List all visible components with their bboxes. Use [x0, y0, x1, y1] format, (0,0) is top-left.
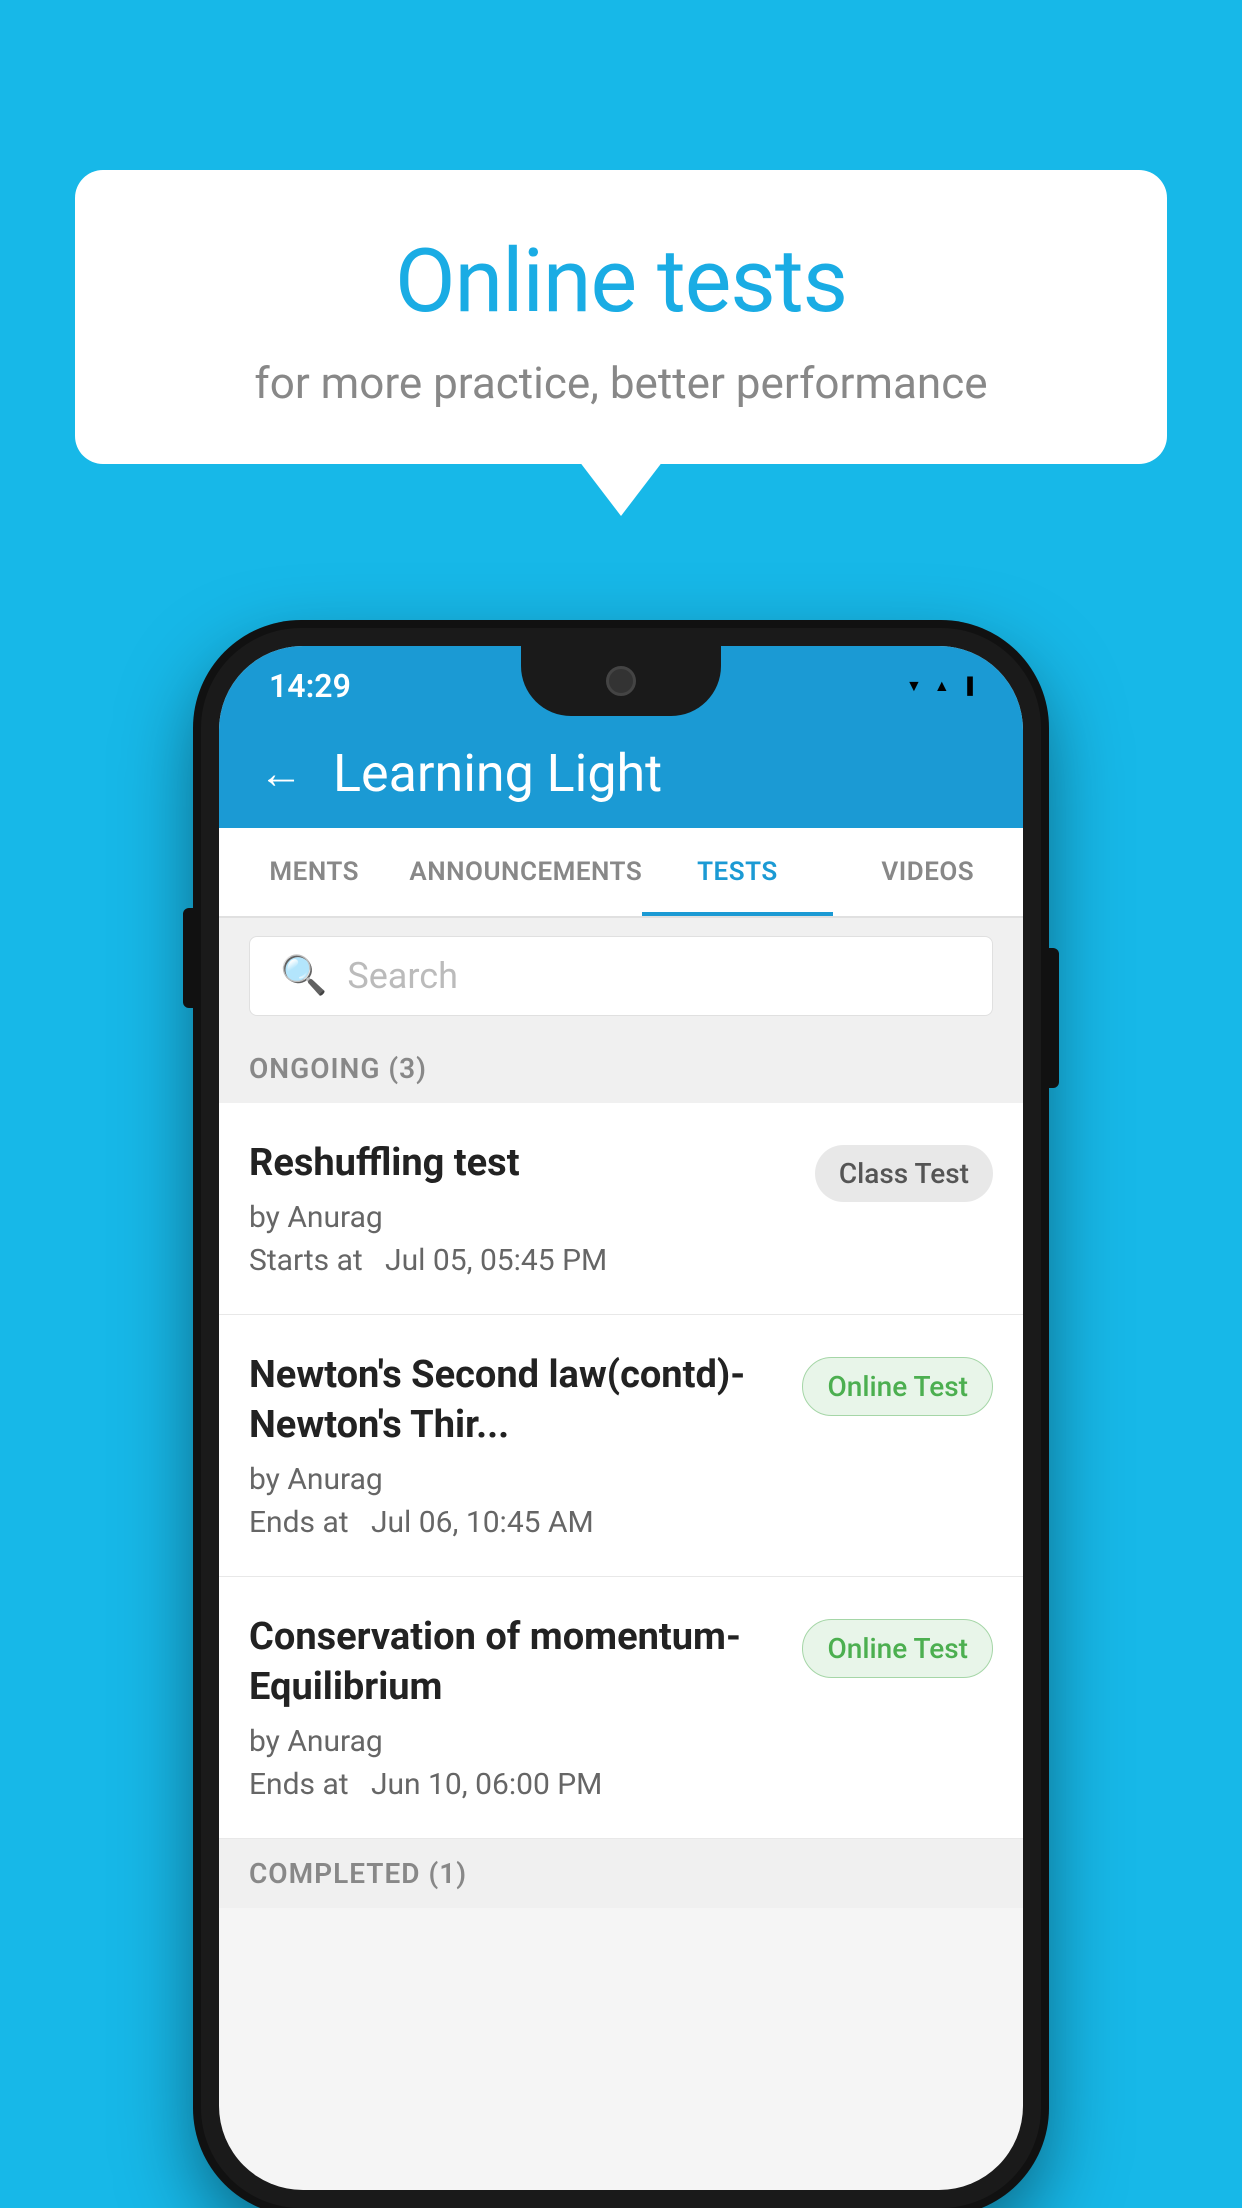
search-bar-container: 🔍 Search	[219, 918, 1023, 1034]
bubble-subtitle: for more practice, better performance	[125, 357, 1117, 409]
phone-screen: 14:29 ▼ ▲ ▐ ← Learning Light MENTS ANNOU…	[219, 646, 1023, 2190]
battery-icon: ▐	[962, 676, 973, 696]
ongoing-section-header: ONGOING (3)	[219, 1034, 1023, 1103]
test-time: Ends at Jul 06, 10:45 AM	[249, 1505, 782, 1540]
speech-bubble-card: Online tests for more practice, better p…	[75, 170, 1167, 464]
test-item[interactable]: Newton's Second law(contd)-Newton's Thir…	[219, 1315, 1023, 1577]
test-list: Reshuffling test by Anurag Starts at Jul…	[219, 1103, 1023, 1839]
tab-videos[interactable]: VIDEOS	[833, 828, 1023, 916]
test-item[interactable]: Conservation of momentum-Equilibrium by …	[219, 1577, 1023, 1839]
test-item-content: Conservation of momentum-Equilibrium by …	[249, 1613, 802, 1802]
test-item[interactable]: Reshuffling test by Anurag Starts at Jul…	[219, 1103, 1023, 1315]
test-item-content: Newton's Second law(contd)-Newton's Thir…	[249, 1351, 802, 1540]
search-placeholder-text: Search	[347, 955, 458, 997]
test-item-content: Reshuffling test by Anurag Starts at Jul…	[249, 1139, 815, 1278]
test-time: Starts at Jul 05, 05:45 PM	[249, 1243, 795, 1278]
status-icons: ▼ ▲ ▐	[906, 676, 973, 696]
search-input[interactable]: 🔍 Search	[249, 936, 993, 1016]
bubble-title: Online tests	[125, 230, 1117, 333]
app-title: Learning Light	[333, 743, 662, 804]
test-name: Conservation of momentum-Equilibrium	[249, 1613, 782, 1712]
signal-icon: ▲	[934, 676, 950, 696]
tabs-bar: MENTS ANNOUNCEMENTS TESTS VIDEOS	[219, 828, 1023, 918]
test-author: by Anurag	[249, 1724, 782, 1759]
test-name: Newton's Second law(contd)-Newton's Thir…	[249, 1351, 782, 1450]
test-badge-class: Class Test	[815, 1145, 993, 1202]
camera	[606, 666, 636, 696]
search-icon: 🔍	[280, 954, 327, 998]
tab-tests[interactable]: TESTS	[642, 828, 832, 916]
test-name: Reshuffling test	[249, 1139, 795, 1188]
tab-ments[interactable]: MENTS	[219, 828, 409, 916]
test-badge-online-2: Online Test	[802, 1619, 993, 1678]
status-time: 14:29	[269, 667, 351, 705]
phone-mockup: 14:29 ▼ ▲ ▐ ← Learning Light MENTS ANNOU…	[201, 628, 1041, 2208]
wifi-icon: ▼	[906, 676, 922, 696]
test-time: Ends at Jun 10, 06:00 PM	[249, 1767, 782, 1802]
test-author: by Anurag	[249, 1200, 795, 1235]
phone-frame: 14:29 ▼ ▲ ▐ ← Learning Light MENTS ANNOU…	[201, 628, 1041, 2208]
completed-section-header: COMPLETED (1)	[219, 1839, 1023, 1908]
tab-announcements[interactable]: ANNOUNCEMENTS	[409, 828, 642, 916]
back-button[interactable]: ←	[259, 747, 303, 799]
test-author: by Anurag	[249, 1462, 782, 1497]
test-badge-online: Online Test	[802, 1357, 993, 1416]
phone-notch	[521, 646, 721, 716]
app-header: ← Learning Light	[219, 718, 1023, 828]
